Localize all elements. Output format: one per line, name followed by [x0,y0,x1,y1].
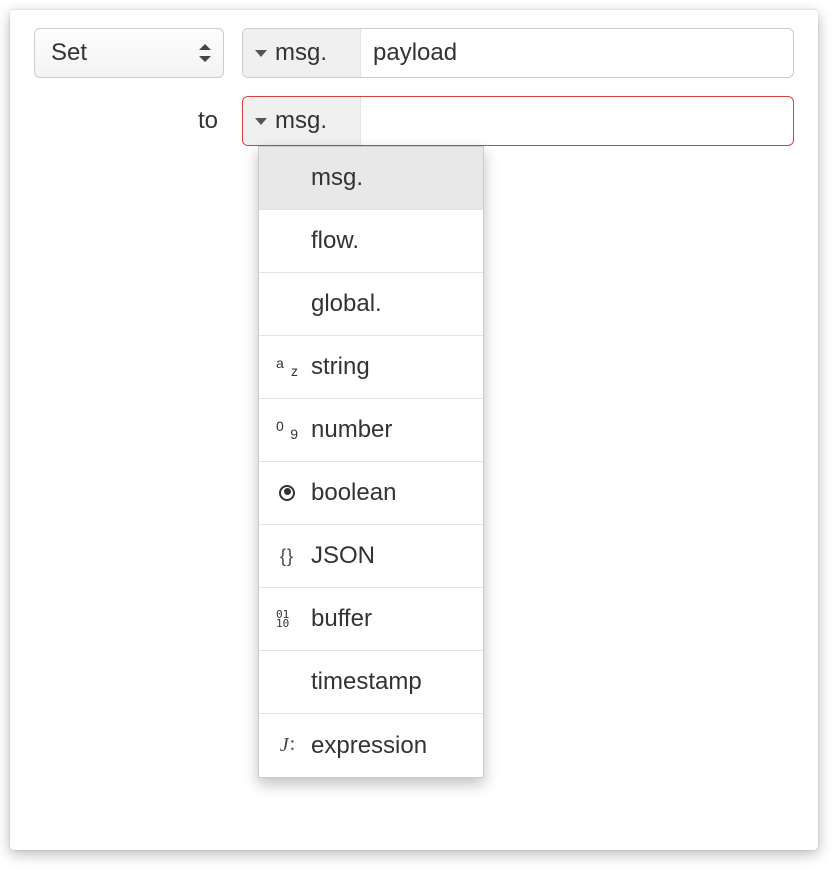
to-label: to [198,107,218,135]
type-option-msg[interactable]: msg. [259,147,483,210]
type-option-timestamp[interactable]: timestamp [259,651,483,714]
number-icon [273,421,301,439]
type-option-buffer[interactable]: buffer [259,588,483,651]
type-option-number[interactable]: number [259,399,483,462]
caret-down-icon [255,50,267,57]
boolean-icon [273,485,301,501]
type-option-label: msg. [311,164,363,192]
caret-down-icon [255,118,267,125]
type-option-json[interactable]: {} JSON [259,525,483,588]
to-label-cell: to [34,107,224,135]
type-option-label: flow. [311,227,359,255]
change-rule-panel: Set msg. payload to msg. msg. [10,10,818,850]
type-option-string[interactable]: string [259,336,483,399]
type-option-label: boolean [311,479,396,507]
up-down-icon [199,44,211,62]
value-type-prefix-label: msg. [275,107,327,135]
property-input[interactable]: payload [361,29,793,77]
expression-icon: J [273,734,301,757]
type-option-label: buffer [311,605,372,633]
type-option-label: JSON [311,542,375,570]
type-option-label: string [311,353,370,381]
rule-row-value: to msg. [34,96,794,146]
type-option-label: number [311,416,392,444]
string-icon [273,358,301,376]
rule-row-property: Set msg. payload [34,28,794,78]
type-option-label: timestamp [311,668,422,696]
value-type-dropdown: msg. flow. global. string number boolean… [258,146,484,778]
type-option-label: global. [311,290,382,318]
operation-select-label: Set [51,39,87,67]
property-typed-input: msg. payload [242,28,794,78]
type-option-flow[interactable]: flow. [259,210,483,273]
type-option-global[interactable]: global. [259,273,483,336]
value-type-prefix[interactable]: msg. [243,97,361,145]
json-icon: {} [273,546,301,567]
buffer-icon [273,609,301,629]
operation-select[interactable]: Set [34,28,224,78]
value-input[interactable] [361,97,793,145]
type-option-boolean[interactable]: boolean [259,462,483,525]
property-type-prefix[interactable]: msg. [243,29,361,77]
property-type-prefix-label: msg. [275,39,327,67]
type-option-label: expression [311,732,427,760]
type-option-expression[interactable]: J expression [259,714,483,777]
value-typed-input: msg. [242,96,794,146]
